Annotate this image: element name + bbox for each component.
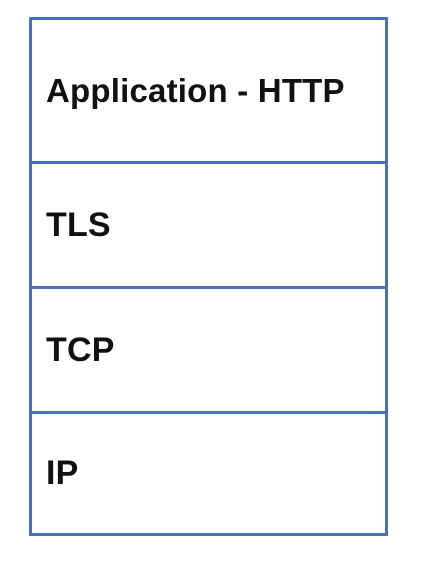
layer-ip: IP [32,414,385,533]
layer-label: IP [46,454,79,492]
protocol-stack-diagram: Application - HTTP TLS TCP IP [29,17,388,536]
layer-tls: TLS [32,164,385,289]
layer-tcp: TCP [32,289,385,414]
layer-label: Application - HTTP [46,71,345,109]
layer-label: TCP [46,330,115,369]
layer-label: TLS [46,205,111,244]
layer-application-http: Application - HTTP [32,20,385,164]
